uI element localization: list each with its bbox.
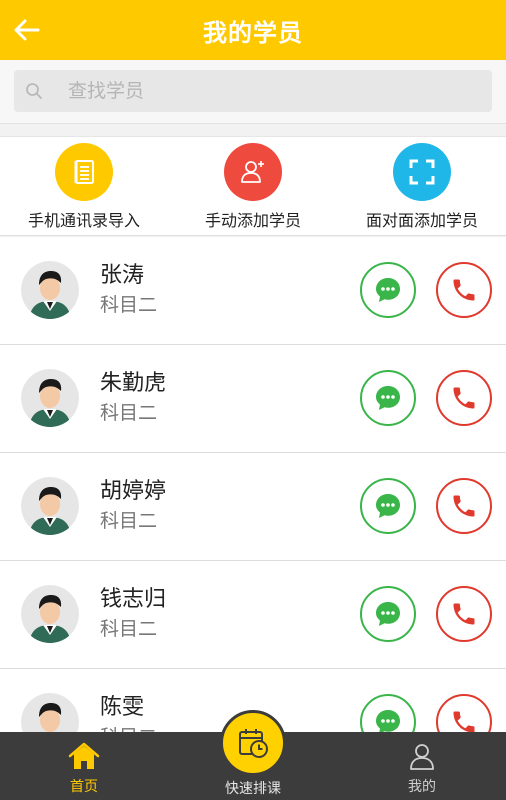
phone-icon [453, 603, 475, 625]
avatar [21, 585, 79, 643]
student-subject: 科目二 [100, 722, 157, 732]
message-button[interactable] [360, 370, 416, 426]
face-to-face-add-button[interactable]: 面对面添加学员 [338, 143, 506, 233]
scan-frame-icon [393, 143, 451, 201]
tab-mine[interactable]: 我的 [362, 732, 482, 800]
calendar-clock-icon [220, 710, 286, 776]
chat-bubble-icon [376, 710, 400, 732]
add-student-actions: 手机通讯录导入 手动添加学员 面对面添加学员 [0, 136, 506, 236]
user-icon [405, 740, 439, 772]
manual-add-student-button[interactable]: 手动添加学员 [169, 143, 337, 233]
search-input[interactable] [68, 80, 448, 102]
manual-add-label: 手动添加学员 [204, 211, 301, 230]
call-button[interactable] [436, 262, 492, 318]
student-subject: 科目二 [100, 402, 158, 424]
student-subject: 科目二 [100, 510, 158, 532]
student-row[interactable]: 钱志归 科目二 [0, 561, 506, 669]
message-button[interactable] [360, 478, 416, 534]
call-button[interactable] [436, 370, 492, 426]
student-row[interactable]: 朱勤虎 科目二 [0, 345, 506, 453]
avatar [21, 261, 79, 319]
student-name: 陈雯 [100, 695, 145, 720]
bottom-tab-bar: 首页 快速排课 我的 [0, 710, 506, 800]
arrow-left-icon [14, 19, 40, 41]
top-app-bar: 我的学员 [0, 0, 506, 60]
student-name: 钱志归 [100, 587, 167, 612]
chat-bubble-icon [376, 278, 400, 302]
call-button[interactable] [436, 478, 492, 534]
student-subject: 科目二 [100, 294, 158, 316]
search-box[interactable] [14, 70, 492, 112]
avatar [21, 477, 79, 535]
tab-mine-label: 我的 [408, 779, 436, 795]
student-list: 张涛 科目二 朱勤虎 科目二 胡婷婷 科目二 钱志归 科目二 陈雯 [0, 237, 506, 732]
import-contacts-button[interactable]: 手机通讯录导入 [0, 143, 168, 233]
face-to-face-label: 面对面添加学员 [365, 211, 478, 230]
message-button[interactable] [360, 262, 416, 318]
back-button[interactable] [8, 12, 44, 48]
avatar [21, 369, 79, 427]
tab-home[interactable]: 首页 [24, 732, 144, 800]
student-row[interactable]: 胡婷婷 科目二 [0, 453, 506, 561]
page-title: 我的学员 [203, 18, 303, 47]
tab-quick-schedule[interactable]: 快速排课 [193, 710, 313, 800]
phone-icon [453, 711, 475, 732]
chat-bubble-icon [376, 602, 400, 626]
avatar [21, 693, 79, 732]
student-row[interactable]: 张涛 科目二 [0, 237, 506, 345]
message-button[interactable] [360, 694, 416, 732]
chat-bubble-icon [376, 386, 400, 410]
tab-quick-schedule-label: 快速排课 [225, 781, 281, 797]
phone-icon [453, 495, 475, 517]
contacts-book-icon [55, 143, 113, 201]
phone-icon [453, 279, 475, 301]
add-user-icon [224, 143, 282, 201]
call-button[interactable] [436, 694, 492, 732]
home-icon [67, 740, 101, 772]
import-contacts-label: 手机通讯录导入 [27, 211, 140, 230]
tab-home-label: 首页 [70, 779, 98, 795]
search-icon [24, 81, 44, 101]
call-button[interactable] [436, 586, 492, 642]
student-name: 张涛 [100, 263, 145, 288]
student-subject: 科目二 [100, 618, 158, 640]
chat-bubble-icon [376, 494, 400, 518]
student-name: 朱勤虎 [100, 371, 167, 396]
student-name: 胡婷婷 [100, 479, 167, 504]
phone-icon [453, 387, 475, 409]
message-button[interactable] [360, 586, 416, 642]
search-bar-area [0, 60, 506, 124]
